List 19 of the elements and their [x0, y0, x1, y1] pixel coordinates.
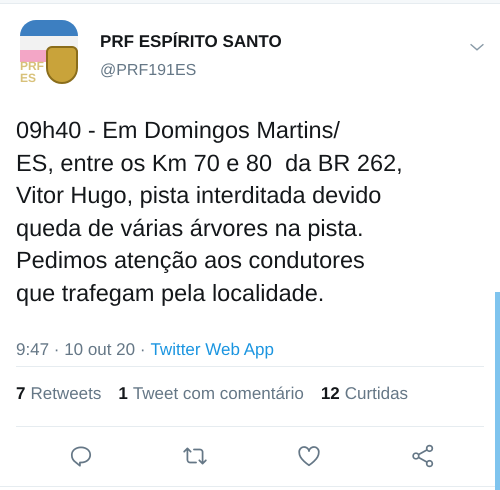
share-icon[interactable] — [410, 443, 436, 469]
tweet-text-line: 09h40 - Em Domingos Martins/ — [16, 116, 341, 145]
stat-label[interactable]: Retweets — [30, 384, 102, 412]
stat-label[interactable]: Curtidas — [344, 384, 408, 412]
stat-count: 7 — [16, 384, 26, 405]
avatar-logo: PRF ES — [18, 20, 82, 84]
stat-count: 12 — [320, 384, 340, 405]
tweet-text-line: Vitor Hugo, pista interditada devido — [16, 181, 382, 210]
tweet-text-line: que trafegam pela localidade. — [16, 278, 326, 308]
author-name[interactable]: PRF ESPÍRITO SANTO — [100, 32, 466, 52]
stat-count: 1 — [118, 384, 128, 405]
tweet-text-line: ES, entre os Km 70 e 80 da BR 262, — [16, 148, 404, 178]
author-handle[interactable]: @PRF191ES — [100, 62, 466, 80]
heart-icon[interactable] — [296, 443, 322, 469]
tweet-timestamp: 9:47 · 10 out 20 · — [16, 340, 146, 359]
tweet-text-line: Pedimos atenção aos condutores — [16, 246, 366, 275]
source-link[interactable]: Twitter Web App — [150, 340, 274, 359]
tweet-text-line: queda de várias árvores na pista. — [16, 214, 364, 243]
stat-label[interactable]: Tweet com comentário — [132, 384, 304, 412]
